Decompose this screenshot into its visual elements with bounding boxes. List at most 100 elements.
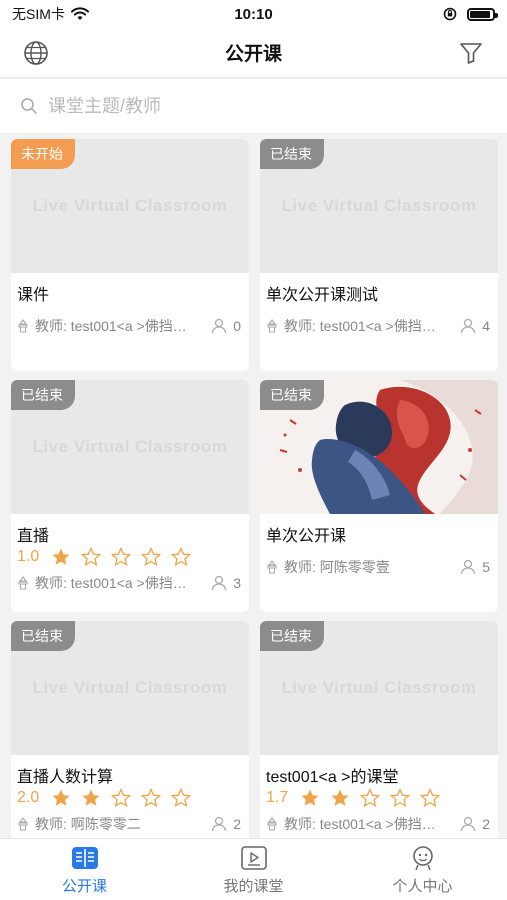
person-icon bbox=[461, 816, 476, 832]
star-empty-icon bbox=[420, 787, 440, 807]
star-filled-icon bbox=[52, 789, 70, 806]
tab-my-classroom[interactable]: 我的课堂 bbox=[169, 839, 338, 900]
thumbnail-watermark: Live Virtual Classroom bbox=[32, 196, 228, 215]
participant-count-value: 2 bbox=[233, 816, 241, 832]
page-title: 公开课 bbox=[224, 44, 282, 65]
book-icon bbox=[71, 847, 98, 869]
video-icon bbox=[240, 846, 267, 870]
status-badge: 已结束 bbox=[260, 621, 324, 651]
star-filled-icon bbox=[52, 548, 70, 565]
star-empty-icon bbox=[111, 546, 131, 566]
tab-label: 个人中心 bbox=[392, 878, 453, 895]
tab-label: 公开课 bbox=[61, 878, 107, 895]
orientation-lock-icon bbox=[443, 7, 457, 21]
rating-row: 2.0 bbox=[11, 785, 249, 807]
person-icon bbox=[212, 318, 227, 334]
course-title: test001<a >的课堂 bbox=[266, 769, 399, 785]
course-thumbnail: Live Virtual Classroom 已结束 bbox=[11, 380, 249, 514]
participant-count: 3 bbox=[211, 575, 241, 591]
course-card[interactable]: Live Virtual Classroom 已结束 单次公开课测试 教师: t… bbox=[260, 139, 498, 371]
filter-button[interactable] bbox=[453, 35, 489, 71]
teacher-name: 教师: 啊陈零零二 bbox=[35, 816, 141, 832]
course-thumbnail: Live Virtual Classroom 未开始 bbox=[11, 139, 249, 273]
person-icon bbox=[461, 318, 476, 334]
star-empty-icon bbox=[171, 546, 191, 566]
battery-icon bbox=[467, 7, 498, 21]
course-title: 直播 bbox=[17, 528, 50, 544]
search-bar bbox=[0, 79, 507, 133]
teacher-icon bbox=[18, 817, 28, 831]
participant-count: 5 bbox=[460, 559, 490, 575]
status-badge: 已结束 bbox=[11, 621, 75, 651]
status-badge: 已结束 bbox=[11, 380, 75, 410]
course-title: 单次公开课测试 bbox=[266, 287, 379, 303]
rating-row: 1.7 bbox=[260, 785, 498, 807]
course-meta: 教师: test001<a >佛挡… 2 bbox=[260, 807, 498, 841]
star-empty-icon bbox=[111, 787, 131, 807]
star-filled-icon bbox=[82, 789, 100, 806]
course-card[interactable]: Live Virtual Classroom 已结束 test001<a >的课… bbox=[260, 621, 498, 853]
person-icon bbox=[212, 816, 227, 832]
status-bar: 无SIM卡 10:10 bbox=[0, 0, 507, 28]
participant-count-value: 0 bbox=[233, 318, 241, 334]
person-icon bbox=[212, 575, 227, 591]
course-title: 直播人数计算 bbox=[17, 769, 114, 785]
teacher-icon bbox=[267, 319, 277, 333]
course-card[interactable]: 已结束 单次公开课 教师: 阿陈零零壹 5 bbox=[260, 380, 498, 612]
rating-score: 2.0 bbox=[17, 788, 40, 806]
course-meta: 教师: test001<a >佛挡… 3 bbox=[11, 566, 249, 600]
teacher-info: 教师: test001<a >佛挡… bbox=[17, 316, 211, 336]
star-filled-icon bbox=[301, 789, 319, 806]
course-card[interactable]: Live Virtual Classroom 已结束 直播人数计算 2.0 教师… bbox=[11, 621, 249, 853]
star-filled-icon bbox=[331, 789, 349, 806]
course-card[interactable]: Live Virtual Classroom 已结束 直播 1.0 教师: te… bbox=[11, 380, 249, 612]
course-meta: 教师: test001<a >佛挡… 4 bbox=[260, 309, 498, 343]
rating-score: 1.0 bbox=[17, 547, 40, 565]
star-empty-icon bbox=[360, 787, 380, 807]
thumbnail-watermark: Live Virtual Classroom bbox=[281, 678, 477, 697]
course-thumbnail: Live Virtual Classroom 已结束 bbox=[260, 139, 498, 273]
thumbnail-watermark: Live Virtual Classroom bbox=[32, 678, 228, 697]
globe-button[interactable] bbox=[18, 35, 54, 71]
tab-label: 我的课堂 bbox=[223, 878, 284, 895]
participant-count: 2 bbox=[460, 816, 490, 832]
teacher-icon bbox=[267, 817, 277, 831]
search-input[interactable] bbox=[48, 95, 448, 117]
teacher-icon bbox=[267, 560, 277, 574]
status-badge: 已结束 bbox=[260, 380, 324, 410]
tab-personal-center[interactable]: 个人中心 bbox=[338, 839, 507, 900]
teacher-icon bbox=[18, 319, 28, 333]
participant-count-value: 5 bbox=[482, 559, 490, 575]
star-empty-icon bbox=[141, 546, 161, 566]
course-title: 课件 bbox=[17, 287, 50, 303]
rating-row: 1.0 bbox=[11, 544, 249, 566]
globe-icon bbox=[24, 40, 48, 65]
teacher-info: 教师: 啊陈零零二 bbox=[17, 814, 211, 834]
rating-score: 1.7 bbox=[266, 788, 289, 806]
teacher-name: 教师: test001<a >佛挡… bbox=[35, 575, 187, 591]
teacher-name: 教师: test001<a >佛挡… bbox=[284, 318, 436, 334]
teacher-info: 教师: 阿陈零零壹 bbox=[266, 557, 460, 577]
course-thumbnail: Live Virtual Classroom 已结束 bbox=[260, 621, 498, 755]
thumbnail-watermark: Live Virtual Classroom bbox=[281, 196, 477, 215]
teacher-name: 教师: test001<a >佛挡… bbox=[35, 318, 187, 334]
star-empty-icon bbox=[141, 787, 161, 807]
person-icon bbox=[412, 846, 433, 871]
participant-count: 4 bbox=[460, 318, 490, 334]
course-card[interactable]: Live Virtual Classroom 未开始 课件 教师: test00… bbox=[11, 139, 249, 371]
star-empty-icon bbox=[81, 546, 101, 566]
participant-count: 2 bbox=[211, 816, 241, 832]
thumbnail-watermark: Live Virtual Classroom bbox=[32, 437, 228, 456]
star-empty-icon bbox=[171, 787, 191, 807]
status-badge: 未开始 bbox=[11, 139, 75, 169]
filter-icon bbox=[460, 42, 482, 64]
teacher-info: 教师: test001<a >佛挡… bbox=[266, 814, 460, 834]
search-icon bbox=[21, 98, 37, 114]
participant-count: 0 bbox=[211, 318, 241, 334]
teacher-info: 教师: test001<a >佛挡… bbox=[17, 573, 211, 593]
participant-count-value: 2 bbox=[482, 816, 490, 832]
star-empty-icon bbox=[390, 787, 410, 807]
course-meta: 教师: 啊陈零零二 2 bbox=[11, 807, 249, 841]
course-thumbnail: 已结束 bbox=[260, 380, 498, 514]
tab-public-course[interactable]: 公开课 bbox=[0, 839, 169, 900]
